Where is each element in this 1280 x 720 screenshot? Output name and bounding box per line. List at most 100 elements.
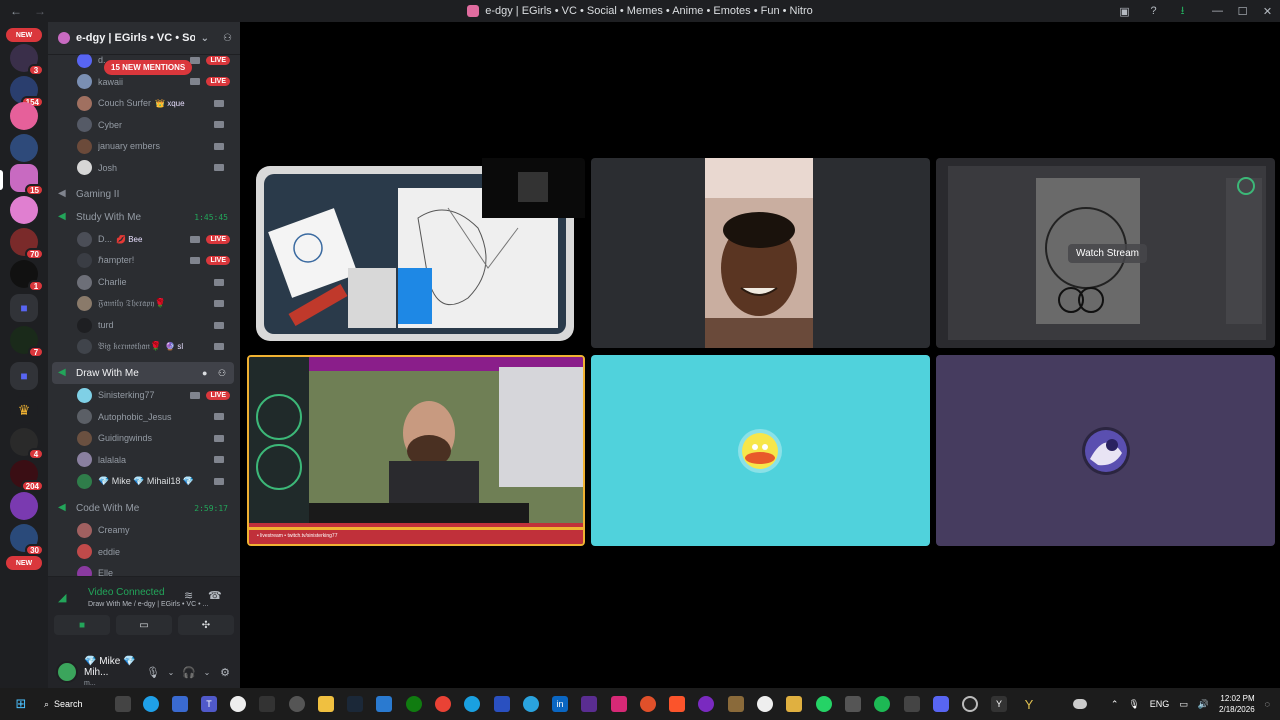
voice-location[interactable]: Draw With Me / e-dgy | EGirls • VC • ... (88, 601, 208, 608)
network-icon[interactable]: ▭ (1179, 699, 1188, 710)
screen-share-button[interactable]: ▭ (116, 615, 172, 635)
server-icon-13[interactable] (10, 492, 38, 520)
app-icon-2[interactable] (376, 696, 392, 712)
task-view-icon[interactable] (115, 696, 131, 712)
epic-icon[interactable] (259, 696, 275, 712)
disconnect-icon[interactable]: ☎ (208, 589, 222, 602)
app-icon-6[interactable] (640, 696, 656, 712)
server-icon-9[interactable]: 7 (10, 326, 44, 358)
windows-start-icon[interactable]: ⊞ (13, 696, 29, 712)
voice-member-row[interactable]: lalalala (48, 450, 240, 470)
discord-icon[interactable] (933, 696, 949, 712)
avatar[interactable] (56, 661, 78, 683)
voice-member-row[interactable]: Charlie (48, 272, 240, 292)
server-icon-4[interactable] (10, 134, 38, 162)
signal-icon[interactable]: ◢ (58, 591, 72, 604)
voice-member-row[interactable]: Couch Surfer 👑 xque (48, 93, 240, 113)
app-icon-5[interactable] (581, 696, 597, 712)
voice-member-row[interactable]: 𝔉𝔞𝔪𝔦𝔩𝔶 𝔗𝔥𝔢𝔯𝔞𝔭𝔶🌹 (48, 294, 240, 314)
settings-gear-icon[interactable]: ⚙ (216, 666, 234, 679)
minimize-button[interactable]: — (1205, 0, 1230, 22)
xbox-icon[interactable] (406, 696, 422, 712)
video-tile-webcam-1[interactable] (591, 158, 930, 348)
app-icon-7[interactable] (698, 696, 714, 712)
steam-icon[interactable] (347, 696, 363, 712)
voice-member-row[interactable]: Guidingwinds (48, 428, 240, 448)
server-icon-8[interactable]: 1 (10, 260, 44, 292)
new-mentions-banner[interactable]: 15 NEW MENTIONS (104, 60, 193, 75)
app-icon-4[interactable] (494, 696, 510, 712)
soccer-icon[interactable] (230, 696, 246, 712)
voice-member-row[interactable]: 💎 Mike 💎 Mihail18 💎 (48, 471, 240, 491)
new-unreads-pill[interactable]: NEW (6, 28, 42, 42)
stream-tile-watch[interactable]: Watch Stream (936, 158, 1275, 348)
app-icon-14[interactable]: Y (991, 696, 1007, 712)
voice-member-row[interactable]: eddie (48, 542, 240, 562)
crown-server-icon[interactable]: ♛ (10, 396, 38, 424)
forward-arrow-icon[interactable]: → (34, 4, 46, 18)
inbox-icon[interactable]: ▣ (1110, 0, 1139, 22)
maximize-button[interactable]: ☐ (1230, 0, 1255, 22)
voice-channel-code[interactable]: ◀ Code With Me 2:59:17 (52, 497, 234, 519)
new-unreads-pill-bottom[interactable]: NEW (6, 556, 42, 570)
noise-suppression-icon[interactable]: ≋ (184, 589, 193, 602)
voice-member-row[interactable]: january embers (48, 136, 240, 156)
app-icon[interactable] (289, 696, 305, 712)
brave-icon[interactable] (669, 696, 685, 712)
voice-channel-study[interactable]: ◀ Study With Me 1:45:45 (52, 206, 234, 228)
chevron-up-icon[interactable]: ⌃ (1111, 699, 1119, 710)
help-icon[interactable]: ? (1139, 0, 1168, 22)
invite-icon[interactable]: ⚇ (218, 368, 228, 378)
instagram-icon[interactable] (611, 696, 627, 712)
whatsapp-icon[interactable] (816, 696, 832, 712)
server-icon-6[interactable] (10, 196, 38, 224)
file-explorer-icon[interactable] (318, 696, 334, 712)
headphones-icon[interactable]: 🎧 (180, 666, 198, 679)
telegram-icon[interactable] (523, 696, 539, 712)
stream-tile-focused[interactable]: • livestream • twitch.tv/sinisterking77 (247, 355, 585, 546)
linkedin-icon[interactable]: in (552, 696, 568, 712)
app-icon-3[interactable] (464, 696, 480, 712)
camera-button[interactable]: ■ (54, 615, 110, 635)
app-icon-11[interactable] (845, 696, 861, 712)
folder-icon[interactable]: ■ (10, 294, 38, 322)
user-info[interactable]: 💎 Mike 💎 Mih... m... (84, 656, 144, 689)
weather-icon[interactable] (1072, 699, 1087, 709)
voice-member-row[interactable]: Sinisterking77 LIVE (48, 385, 240, 405)
folder-icon-2[interactable]: ■ (10, 362, 38, 390)
server-icon-2[interactable]: 154 (10, 76, 44, 108)
voice-member-row[interactable]: Cyber (48, 115, 240, 135)
chevron-down-icon[interactable]: ⌄ (201, 33, 209, 44)
chrome-icon[interactable] (435, 696, 451, 712)
close-button[interactable]: ✕ (1255, 0, 1280, 22)
voice-member-row[interactable]: 𝔅𝔦𝔤 𝔨𝔢𝔯𝔪𝔬𝔱𝔥𝔞𝔫🌹 🔮 sl (48, 337, 240, 357)
stream-tile-drawing[interactable] (248, 158, 585, 348)
watch-stream-button[interactable]: Watch Stream (1068, 244, 1147, 263)
language-indicator[interactable]: ENG (1150, 699, 1170, 709)
voice-member-row[interactable]: Creamy (48, 520, 240, 540)
microphone-icon[interactable]: 🎙 (144, 666, 162, 679)
edge-icon[interactable] (143, 696, 159, 712)
voice-member-row[interactable]: ℏampter! LIVE (48, 251, 240, 271)
store-icon[interactable] (172, 696, 188, 712)
spotify-icon[interactable] (874, 696, 890, 712)
notification-icon[interactable]: ◌ (1265, 699, 1270, 709)
voice-member-row[interactable]: Autophobic_Jesus (48, 407, 240, 427)
activities-button[interactable]: ✣ (178, 615, 234, 635)
voice-channel-gaming[interactable]: ◀ Gaming II (52, 183, 234, 205)
chat-icon[interactable]: ● (202, 368, 212, 378)
server-icon-edgy[interactable]: 15 (10, 164, 44, 196)
voice-tile-cyan[interactable] (591, 355, 930, 546)
taskbar-search[interactable]: ⌕ Search (44, 694, 100, 714)
server-icon-1[interactable]: 3 (10, 44, 44, 76)
app-icon-13[interactable] (962, 696, 978, 712)
voice-status-text[interactable]: Video Connected (88, 587, 165, 598)
back-arrow-icon[interactable]: ← (10, 4, 22, 18)
app-icon-12[interactable] (904, 696, 920, 712)
server-icon-11[interactable]: 4 (10, 428, 44, 460)
server-icon-14[interactable]: 30 (10, 524, 44, 556)
microphone-icon[interactable]: 🎙 (1128, 699, 1139, 710)
download-icon[interactable]: ⭳ (1168, 0, 1197, 22)
app-icon-10[interactable] (786, 696, 802, 712)
voice-channel-draw[interactable]: ◀ Draw With Me ● ⚇ (52, 362, 234, 384)
